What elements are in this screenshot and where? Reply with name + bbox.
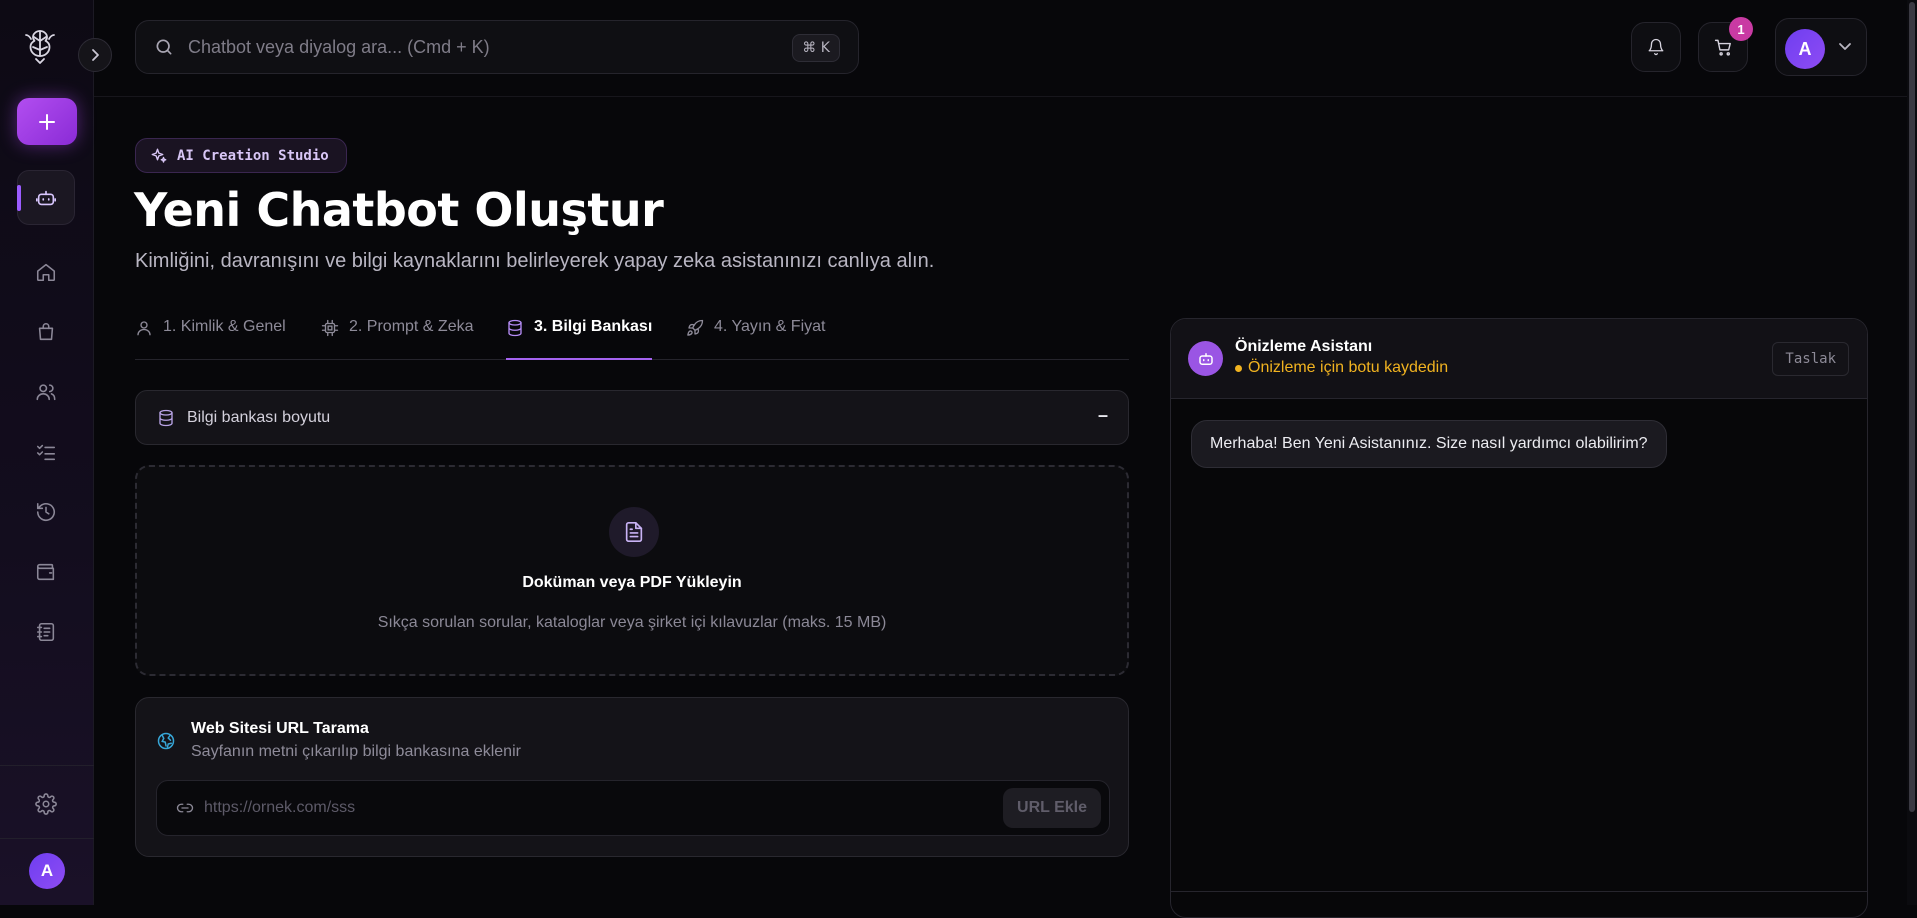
sidebar-item-history[interactable] [31, 497, 61, 527]
database-icon [508, 319, 522, 337]
search-shortcut-badge: ⌘ K [792, 34, 840, 62]
page-subtitle: Kimliğini, davranışını ve bilgi kaynakla… [135, 250, 935, 272]
document-icon [609, 507, 659, 557]
url-scan-heading: Web Sitesi URL Tarama [191, 720, 369, 737]
bell-icon [1648, 38, 1664, 56]
chevron-down-icon [1839, 43, 1851, 50]
studio-badge-label: AI Creation Studio [177, 147, 329, 164]
sidebar-avatar[interactable]: A [29, 853, 65, 889]
users-icon [36, 384, 56, 401]
notifications-button[interactable] [1631, 22, 1681, 72]
sidebar-item-home[interactable] [31, 257, 61, 287]
preview-header: Önizleme Asistanı Önizleme için botu kay… [1171, 319, 1867, 399]
preview-panel: Önizleme Asistanı Önizleme için botu kay… [1170, 318, 1868, 918]
upload-hint: Sıkça sorulan sorular, kataloglar veya ş… [377, 614, 887, 631]
active-indicator [17, 185, 21, 211]
chevron-right-icon [92, 49, 99, 61]
sidebar-item-store[interactable] [31, 317, 61, 347]
sidebar-item-chatbots[interactable] [17, 170, 75, 225]
url-input-placeholder: https://ornek.com/sss [204, 799, 356, 816]
tab-label: 4. Yayın & Fiyat [714, 318, 826, 335]
rocket-icon [687, 319, 704, 336]
knowledge-size-value: – [1097, 405, 1108, 425]
database-icon [159, 409, 173, 426]
sidebar-item-wallet[interactable] [31, 557, 61, 587]
wallet-icon [36, 563, 55, 581]
tab-knowledge-base[interactable]: 3. Bilgi Bankası [506, 318, 653, 360]
document-upload-dropzone[interactable]: Doküman veya PDF Yükleyin Sıkça sorulan … [135, 465, 1129, 676]
tab-identity[interactable]: 1. Kimlik & Genel [135, 318, 286, 360]
preview-status: Önizleme için botu kaydedin [1235, 359, 1448, 377]
tab-label: 2. Prompt & Zeka [349, 318, 474, 335]
scrollbar-thumb[interactable] [1909, 2, 1915, 812]
tab-label: 3. Bilgi Bankası [534, 318, 653, 335]
sidebar: A [0, 0, 94, 905]
cpu-icon [321, 319, 339, 337]
draft-badge: Taslak [1772, 342, 1849, 376]
knowledge-size-row: Bilgi bankası boyutu – [135, 390, 1129, 445]
tab-label: 1. Kimlik & Genel [163, 318, 286, 335]
checklist-icon [36, 444, 56, 461]
url-scan-hint: Sayfanın metni çıkarılıp bilgi bankasına… [191, 743, 521, 760]
preview-assistant-name: Önizleme Asistanı [1235, 338, 1373, 355]
cart-button[interactable]: 1 [1698, 17, 1753, 72]
url-input[interactable]: https://ornek.com/sss URL Ekle [156, 780, 1110, 836]
home-icon [36, 263, 56, 282]
chat-message-bot: Merhaba! Ben Yeni Asistanınız. Size nası… [1191, 420, 1667, 468]
sidebar-item-notebook[interactable] [31, 617, 61, 647]
bot-icon [36, 190, 56, 205]
wizard-tabs: 1. Kimlik & Genel 2. Prompt & Zeka 3. Bi… [135, 312, 1129, 360]
preview-input-divider [1171, 891, 1867, 892]
preview-status-text: Önizleme için botu kaydedin [1248, 359, 1449, 376]
studio-badge: AI Creation Studio [135, 138, 347, 173]
brand-logo-icon[interactable] [22, 25, 58, 65]
create-new-button[interactable] [17, 98, 77, 145]
user-menu-button[interactable]: A [1775, 18, 1867, 76]
upload-heading: Doküman veya PDF Yükleyin [522, 574, 742, 591]
sidebar-toggle-button[interactable] [78, 38, 112, 72]
link-icon [176, 803, 194, 813]
search-placeholder: Chatbot veya diyalog ara... (Cmd + K) [188, 36, 490, 57]
add-url-button[interactable]: URL Ekle [1003, 788, 1101, 828]
url-scan-card: Web Sitesi URL Tarama Sayfanın metni çık… [135, 697, 1129, 857]
page-title: Yeni Chatbot Oluştur [134, 183, 664, 237]
sidebar-item-tasks[interactable] [31, 437, 61, 467]
search-input[interactable]: Chatbot veya diyalog ara... (Cmd + K) ⌘ … [135, 20, 859, 74]
status-dot [1235, 364, 1242, 372]
top-bar: Chatbot veya diyalog ara... (Cmd + K) ⌘ … [94, 0, 1917, 97]
globe-icon [157, 732, 175, 750]
avatar: A [1785, 29, 1825, 69]
history-icon [36, 502, 56, 521]
shopping-bag-icon [38, 323, 54, 341]
bot-icon [1188, 341, 1223, 376]
tab-publish[interactable]: 4. Yayın & Fiyat [686, 318, 825, 360]
notebook-icon [36, 622, 55, 642]
user-icon [137, 321, 151, 336]
sparkles-icon [151, 148, 167, 163]
search-icon [156, 39, 172, 55]
sidebar-divider [0, 765, 94, 766]
gear-icon [35, 793, 57, 815]
cart-icon [1714, 39, 1731, 56]
sidebar-item-users[interactable] [31, 377, 61, 407]
sidebar-item-settings[interactable] [31, 789, 61, 819]
tab-prompt[interactable]: 2. Prompt & Zeka [321, 318, 474, 360]
knowledge-size-label: Bilgi bankası boyutu [187, 408, 331, 426]
sidebar-divider [0, 838, 94, 839]
cart-count-badge: 1 [1729, 17, 1753, 41]
